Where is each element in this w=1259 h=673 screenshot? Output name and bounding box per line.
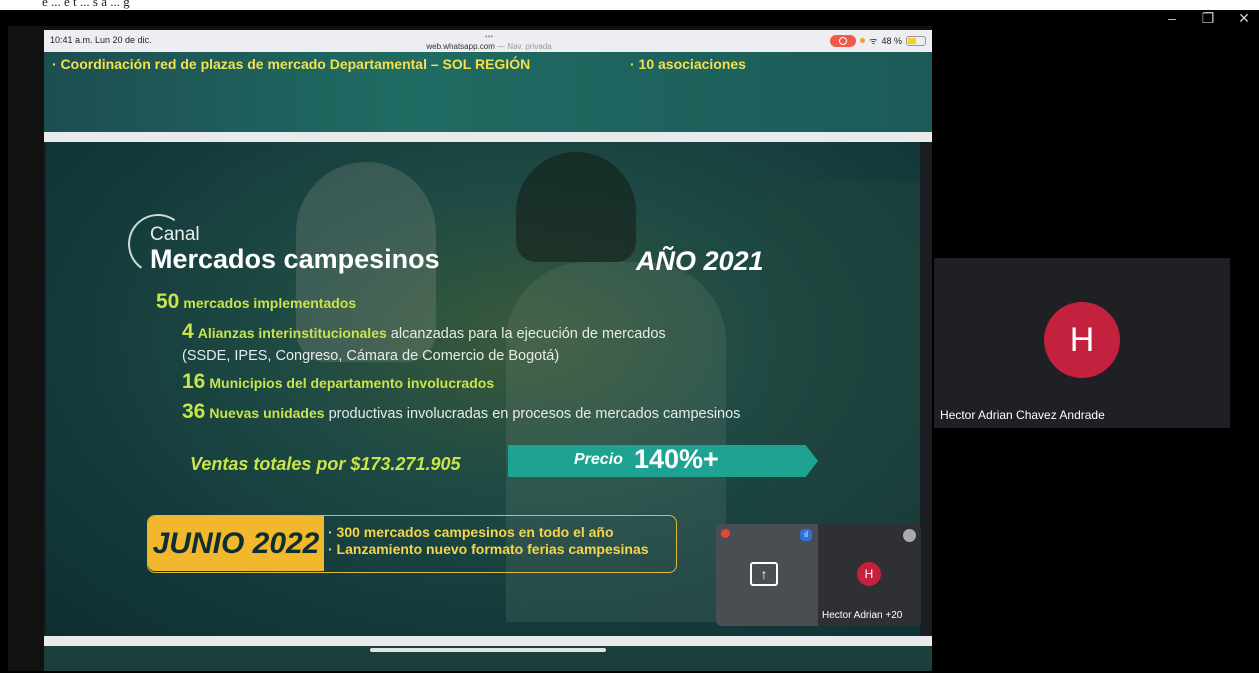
mini-participant-name: Hector Adrian +20 — [822, 610, 903, 621]
junio-item: · 300 mercados campesinos en todo el año — [328, 524, 614, 540]
background-photo-hat — [516, 152, 636, 262]
home-indicator[interactable] — [370, 648, 606, 652]
slide-subtitle: Canal — [150, 224, 200, 245]
mini-share-tile[interactable]: ıl ↑ — [716, 524, 818, 626]
meeting-window: e ... e t ... s a ... g – ❐ ✕ 10:41 a.m.… — [0, 0, 1259, 673]
price-value: 140%+ — [634, 444, 719, 474]
stat-row-2-detail: (SSDE, IPES, Congreso, Cámara de Comerci… — [182, 348, 560, 364]
price-label: Precio — [574, 451, 623, 468]
stat-row-2: 4 Alianzas interinstitucionales alcanzad… — [182, 320, 666, 343]
top-cut-text-bar: e ... e t ... s a ... g — [0, 0, 1259, 10]
more-dots-icon[interactable]: ••• — [44, 32, 932, 42]
slide-title: Mercados campesinos — [150, 244, 440, 274]
stat-row-4: 36 Nuevas unidades productivas involucra… — [182, 400, 741, 423]
battery-percent: 48 % — [881, 35, 902, 46]
browser-url-bar[interactable]: ••• web.whatsapp.com — Nav. privada — [44, 32, 932, 52]
ipad-screen: 10:41 a.m. Lun 20 de dic. ••• web.whatsa… — [44, 30, 932, 671]
url-host: web.whatsapp.com — Nav. privada — [426, 41, 552, 51]
slide-separator-bottom — [44, 636, 932, 646]
shared-screen: 10:41 a.m. Lun 20 de dic. ••• web.whatsa… — [8, 26, 932, 671]
top-cut-text: e ... e t ... s a ... g — [42, 0, 130, 9]
participant-tile[interactable]: H Hector Adrian Chavez Andrade — [934, 258, 1230, 428]
junio-item: · Lanzamiento nuevo formato ferias campe… — [328, 541, 649, 557]
close-icon[interactable]: ✕ — [1237, 10, 1251, 27]
stat-row-1: 50 mercados implementados — [156, 290, 357, 313]
participant-name: Hector Adrian Chavez Andrade — [940, 408, 1105, 422]
record-indicator-icon — [721, 529, 730, 538]
minimize-icon[interactable]: – — [1165, 10, 1179, 27]
status-indicators: ᯤ 48 % — [830, 34, 926, 47]
slide-top-line2: · 10 asociaciones — [630, 56, 746, 72]
screen-record-icon — [830, 34, 857, 47]
mic-muted-icon — [903, 529, 916, 542]
restore-icon[interactable]: ❐ — [1201, 10, 1215, 27]
mini-meet-overlay[interactable]: ıl ↑ H Hector Adrian +20 — [716, 524, 921, 626]
mini-avatar: H — [857, 562, 881, 586]
battery-icon — [906, 35, 926, 46]
junio-items: · 300 mercados campesinos en todo el año… — [328, 524, 649, 558]
slide-top-line1: · Coordinación red de plazas de mercado … — [52, 56, 531, 72]
window-controls: – ❐ ✕ — [1165, 10, 1251, 27]
price-banner: Precio 140%+ — [508, 445, 818, 477]
participant-avatar: H — [1044, 302, 1120, 378]
screen-share-icon[interactable]: ↑ — [750, 562, 778, 586]
url-suffix: — Nav. privada — [494, 41, 552, 51]
slide-separator — [44, 132, 932, 142]
mic-dot-icon — [860, 38, 866, 43]
previous-slide-strip: · Coordinación red de plazas de mercado … — [44, 52, 932, 132]
wifi-icon: ᯤ — [869, 36, 878, 46]
participant-count: +20 — [885, 610, 903, 621]
ipad-status-bar: 10:41 a.m. Lun 20 de dic. ••• web.whatsa… — [44, 30, 932, 52]
stat-row-3: 16 Municipios del departamento involucra… — [182, 370, 495, 393]
slide-year: AÑO 2021 — [636, 246, 764, 276]
total-sales: Ventas totales por $173.271.905 — [190, 454, 461, 474]
junio-label: JUNIO 2022 — [148, 516, 324, 571]
audio-level-icon: ıl — [800, 529, 812, 541]
junio-box: JUNIO 2022 · 300 mercados campesinos en … — [147, 515, 677, 573]
